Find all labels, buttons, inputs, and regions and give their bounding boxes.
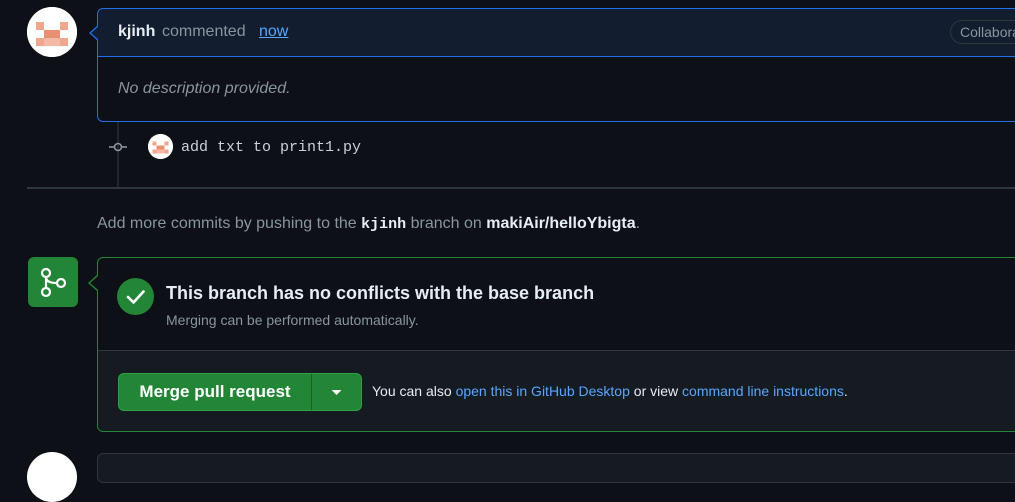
identicon-avatar-icon [27, 7, 77, 57]
timeline-line [117, 122, 119, 188]
also-prefix: You can also [372, 383, 452, 399]
also-suffix: . [843, 383, 848, 399]
hint-suffix: . [635, 215, 641, 232]
open-github-desktop-link[interactable]: open this in GitHub Desktop [456, 383, 630, 399]
comment-caret-inner [91, 26, 99, 40]
merge-alternatives-text: You can also open this in GitHub Desktop… [372, 383, 848, 399]
hint-branch-name: kjinh [361, 216, 407, 233]
merge-pull-request-button[interactable]: Merge pull request [119, 374, 311, 410]
merge-status-subtitle: Merging can be performed automatically. [166, 312, 419, 328]
comment-author-avatar[interactable] [27, 7, 77, 57]
push-hint: Add more commits by pushing to the kjinh… [97, 215, 640, 233]
next-comment-box [97, 453, 1015, 483]
timeline-divider [27, 187, 1015, 189]
git-merge-icon [28, 257, 78, 307]
merge-caret-inner [90, 276, 98, 290]
comment-author-name[interactable]: kjinh [118, 23, 155, 41]
hint-prefix: Add more commits by pushing to the [97, 215, 357, 232]
check-icon [117, 278, 154, 315]
comment-verb: commented [162, 23, 246, 40]
command-line-instructions-link[interactable]: command line instructions [682, 383, 844, 399]
hint-middle: branch on [410, 215, 482, 232]
merge-button-group: Merge pull request [118, 373, 362, 411]
next-comment-avatar[interactable] [27, 452, 77, 502]
merge-method-dropdown-button[interactable] [312, 374, 361, 410]
commit-author-avatar[interactable] [148, 134, 173, 159]
hint-repo-name: makiAir/helloYbigta [486, 215, 636, 232]
collaborator-badge: Collaborator [950, 20, 1015, 44]
git-commit-icon [109, 140, 127, 154]
identicon-avatar-small-icon [148, 134, 173, 159]
comment-body: No description provided. [118, 80, 291, 97]
commit-message-link[interactable]: add txt to print1.py [181, 139, 361, 156]
or-view-text: or view [633, 383, 679, 399]
merge-status-title: This branch has no conflicts with the ba… [166, 283, 595, 303]
comment-timestamp-link[interactable]: now [259, 23, 288, 41]
triangle-down-icon [331, 390, 342, 395]
